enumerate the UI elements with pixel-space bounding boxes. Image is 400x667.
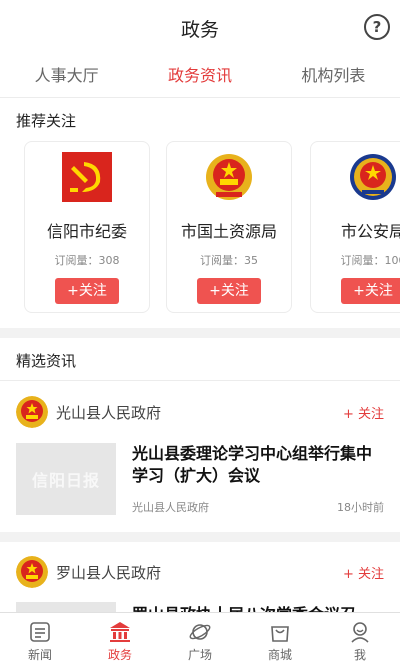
card-subscriptions: 订阅量：100 [340, 254, 400, 267]
card-name: 市国土资源局 [180, 222, 277, 241]
section-divider [0, 328, 400, 338]
nav-square[interactable]: 广场 [160, 613, 240, 667]
national-emblem-icon [206, 154, 252, 200]
news-article[interactable]: 信阳日报 光山县委理论学习中心组举行集中学习（扩大）会议 光山县人民政府 18小… [0, 443, 400, 523]
card-name: 信阳市纪委 [46, 222, 127, 241]
profile-icon [351, 622, 369, 643]
follow-button[interactable]: +关注 [55, 278, 119, 304]
follow-button[interactable]: + 关注 [343, 403, 384, 422]
follow-button[interactable]: + 关注 [343, 563, 384, 582]
nav-label: 政务 [107, 648, 132, 662]
nav-label: 广场 [187, 648, 212, 662]
national-emblem-icon [16, 396, 48, 428]
tab-personnel-hall[interactable]: 人事大厅 [0, 54, 133, 97]
tab-bar: 人事大厅 政务资讯 机构列表 [0, 54, 400, 98]
planet-icon [189, 624, 211, 640]
tab-government-news[interactable]: 政务资讯 [133, 54, 266, 97]
recommend-section-title: 推荐关注 [16, 112, 77, 130]
nav-label: 我 [353, 648, 366, 662]
nav-government[interactable]: 政务 [80, 613, 160, 667]
news-source-row: 光山县人民政府 + 关注 [0, 392, 400, 432]
news-source-row: 罗山县人民政府 + 关注 [0, 552, 400, 592]
follow-button[interactable]: +关注 [197, 278, 261, 304]
card-name: 市公安局 [340, 222, 400, 241]
card-subscriptions: 订阅量：35 [200, 254, 258, 267]
nav-label: 新闻 [27, 648, 52, 662]
divider [0, 380, 400, 381]
source-name[interactable]: 罗山县人民政府 [56, 562, 161, 583]
top-bar: 政务 ? [0, 0, 400, 54]
nav-news[interactable]: 新闻 [0, 613, 80, 667]
section-divider [0, 532, 400, 542]
news-icon [30, 622, 50, 642]
nav-label: 商城 [267, 648, 292, 662]
card-subscriptions: 订阅量：308 [54, 254, 120, 267]
thumbnail-watermark: 信阳日报 [31, 471, 100, 490]
page-title: 政务 [180, 19, 219, 41]
featured-section-title: 精选资讯 [16, 352, 77, 370]
government-icon [110, 622, 130, 642]
bottom-navigation: 新闻 政务 广场 商城 我 [0, 612, 400, 667]
article-source: 光山县人民政府 [132, 501, 209, 514]
article-title[interactable]: 光山县委理论学习中心组举行集中学习（扩大）会议 [132, 443, 382, 487]
recommend-card[interactable]: 市公安局 订阅量：100 +关注 [310, 141, 400, 313]
recommend-carousel[interactable]: 信阳市纪委 订阅量：308 +关注 市国土资源局 订阅量：35 +关注 市公安局… [0, 141, 400, 313]
recommend-card[interactable]: 市国土资源局 订阅量：35 +关注 [166, 141, 292, 313]
police-emblem-icon [350, 154, 396, 200]
tab-institution-list[interactable]: 机构列表 [267, 54, 400, 97]
source-name[interactable]: 光山县人民政府 [56, 402, 161, 423]
party-emblem-icon [62, 152, 112, 202]
help-icon[interactable]: ? [364, 14, 390, 40]
national-emblem-icon [16, 556, 48, 588]
article-time: 18小时前 [337, 501, 384, 514]
recommend-card[interactable]: 信阳市纪委 订阅量：308 +关注 [24, 141, 150, 313]
follow-button[interactable]: +关注 [341, 278, 400, 304]
nav-mall[interactable]: 商城 [240, 613, 320, 667]
shopping-bag-icon [271, 626, 289, 642]
nav-me[interactable]: 我 [320, 613, 400, 667]
article-thumbnail: 信阳日报 [16, 443, 116, 515]
